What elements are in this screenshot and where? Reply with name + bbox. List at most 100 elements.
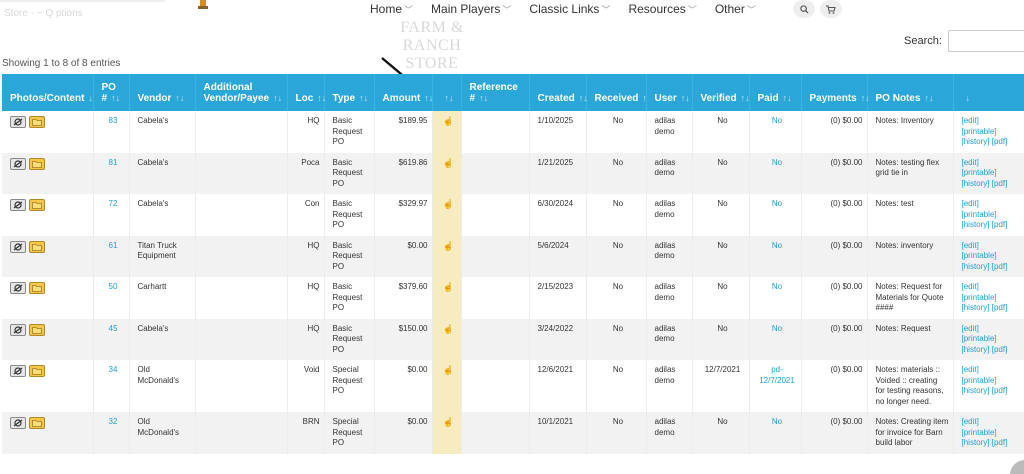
col-type[interactable]: Type ↑↓ — [324, 74, 375, 111]
cell-po[interactable]: 50 — [93, 277, 130, 319]
col-reference[interactable]: Reference # ↑↓ — [461, 74, 530, 111]
folder-icon[interactable] — [29, 282, 45, 294]
edit-link[interactable]: [edit] — [962, 417, 979, 426]
cell-hand[interactable]: ☝ — [432, 277, 462, 319]
camera-icon[interactable] — [10, 323, 26, 336]
cell-hand[interactable]: ☝ — [432, 412, 462, 454]
pdf-link[interactable]: [pdf] — [992, 438, 1008, 447]
nav-classic-links[interactable]: Classic Links ﹀ — [529, 2, 610, 16]
printable-link[interactable]: [printable] — [962, 127, 997, 136]
cart-button[interactable] — [820, 0, 842, 18]
cell-po[interactable]: 32 — [93, 412, 130, 454]
history-link[interactable]: [history] — [962, 262, 990, 271]
camera-icon[interactable] — [10, 157, 26, 170]
edit-link[interactable]: [edit] — [962, 324, 979, 333]
history-link[interactable]: [history] — [962, 345, 990, 354]
printable-link[interactable]: [printable] — [962, 334, 997, 343]
printable-link[interactable]: [printable] — [962, 293, 997, 302]
col-po[interactable]: PO # ↑↓ — [93, 74, 130, 111]
folder-icon[interactable] — [29, 365, 45, 377]
history-link[interactable]: [history] — [962, 438, 990, 447]
cell-po[interactable]: 61 — [93, 235, 130, 277]
cell-paid[interactable]: pd-12/7/2021 — [749, 360, 802, 412]
nav-home[interactable]: Home ﹀ — [370, 2, 413, 16]
edit-link[interactable]: [edit] — [962, 116, 979, 125]
camera-icon[interactable] — [10, 365, 26, 377]
printable-link[interactable]: [printable] — [962, 210, 997, 219]
pdf-link[interactable]: [pdf] — [992, 345, 1008, 354]
col-po-notes[interactable]: PO Notes ↑↓ — [867, 74, 954, 111]
col-blank[interactable]: ↑↓ — [432, 74, 462, 111]
edit-link[interactable]: [edit] — [962, 282, 979, 291]
history-link[interactable]: [history] — [962, 220, 990, 229]
col-vendor[interactable]: Vendor ↑↓ — [129, 74, 196, 111]
cell-po[interactable]: 45 — [93, 318, 130, 360]
col-received[interactable]: Received↑↓ — [586, 74, 651, 111]
printable-link[interactable]: [printable] — [962, 376, 997, 385]
cell-po[interactable]: 34 — [93, 360, 130, 412]
pdf-link[interactable]: [pdf] — [992, 220, 1008, 229]
edit-link[interactable]: [edit] — [962, 365, 979, 374]
history-link[interactable]: [history] — [962, 179, 990, 188]
pdf-link[interactable]: [pdf] — [992, 179, 1008, 188]
folder-icon[interactable] — [29, 157, 45, 170]
cell-hand[interactable]: ☝ — [432, 152, 462, 194]
col-additional[interactable]: Additional Vendor/Payee ↑↓ — [195, 74, 288, 111]
cell-hand[interactable]: ☝ — [432, 235, 462, 277]
cell-paid[interactable]: No — [749, 152, 802, 194]
cell-paid[interactable]: No — [749, 194, 802, 236]
cell-paid[interactable]: No — [749, 277, 802, 319]
folder-icon[interactable] — [29, 240, 45, 253]
camera-icon[interactable] — [10, 282, 26, 294]
pdf-link[interactable]: [pdf] — [992, 137, 1008, 146]
col-payments[interactable]: Payments ↑↓ — [801, 74, 870, 111]
camera-icon[interactable] — [10, 116, 26, 128]
col-actions[interactable]: ↓ — [953, 74, 1024, 111]
nav-other[interactable]: Other ﹀ — [715, 2, 756, 16]
edit-link[interactable]: [edit] — [962, 158, 979, 167]
folder-icon[interactable] — [29, 417, 45, 429]
col-amount[interactable]: Amount ↑↓ — [374, 74, 433, 111]
camera-icon[interactable] — [10, 199, 26, 211]
printable-link[interactable]: [printable] — [962, 168, 997, 177]
cell-paid[interactable]: No — [749, 318, 802, 360]
nav-main-players[interactable]: Main Players ﹀ — [431, 2, 511, 16]
cell-hand[interactable]: ☝ — [432, 360, 462, 412]
col-created[interactable]: Created ↑↓ — [529, 74, 588, 111]
search-input[interactable] — [947, 30, 1024, 52]
history-link[interactable]: [history] — [962, 386, 990, 395]
printable-link[interactable]: [printable] — [962, 251, 997, 260]
history-link[interactable]: [history] — [962, 137, 990, 146]
pdf-link[interactable]: [pdf] — [992, 386, 1008, 395]
col-verified[interactable]: Verified ↑↓ — [692, 74, 750, 111]
scroll-top-button[interactable] — [1010, 460, 1024, 474]
folder-icon[interactable] — [29, 323, 45, 336]
cell-created: 6/30/2024 — [529, 194, 587, 236]
cell-hand[interactable]: ☝ — [432, 318, 462, 360]
camera-icon[interactable] — [10, 417, 26, 429]
cell-loc: Void — [287, 360, 325, 412]
edit-link[interactable]: [edit] — [962, 241, 979, 250]
cell-paid[interactable]: No — [749, 235, 802, 277]
cell-paid[interactable]: No — [749, 111, 802, 153]
cell-hand[interactable]: ☝ — [432, 111, 462, 153]
edit-link[interactable]: [edit] — [962, 199, 979, 208]
nav-resources[interactable]: Resources ﹀ — [628, 2, 696, 16]
cell-po[interactable]: 72 — [93, 194, 130, 236]
pdf-link[interactable]: [pdf] — [992, 262, 1008, 271]
cell-po[interactable]: 81 — [93, 152, 130, 194]
printable-link[interactable]: [printable] — [962, 428, 997, 437]
col-paid[interactable]: Paid ↑↓ — [749, 74, 802, 111]
cell-po[interactable]: 83 — [93, 111, 130, 153]
camera-icon[interactable] — [10, 240, 26, 253]
cell-hand[interactable]: ☝ — [432, 194, 462, 236]
col-user[interactable]: User ↑↓ — [646, 74, 693, 111]
search-button[interactable] — [793, 0, 815, 18]
pdf-link[interactable]: [pdf] — [992, 303, 1008, 312]
folder-icon[interactable] — [29, 116, 45, 128]
history-link[interactable]: [history] — [962, 303, 990, 312]
col-photos[interactable]: Photos/Content↓↓ — [2, 74, 97, 111]
folder-icon[interactable] — [29, 199, 45, 211]
col-loc[interactable]: Loc ↑↓ — [287, 74, 326, 111]
cell-paid[interactable]: No — [749, 412, 802, 454]
